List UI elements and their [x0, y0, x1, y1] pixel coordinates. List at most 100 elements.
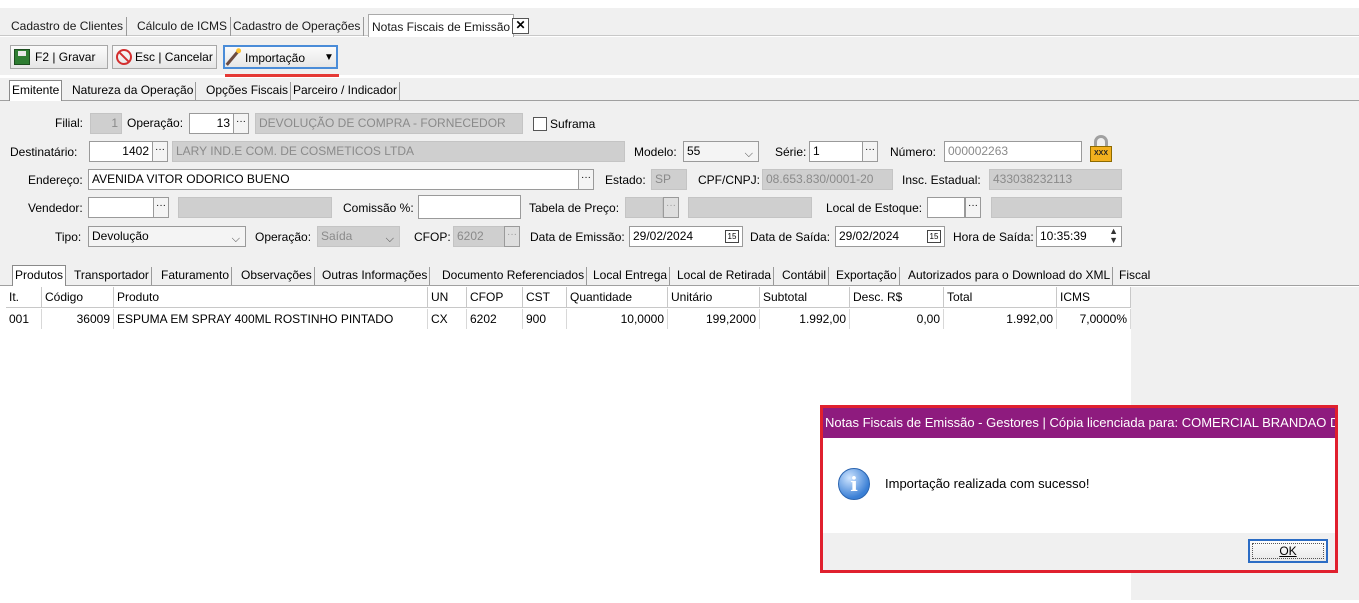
import-button[interactable]: Importação ▼: [223, 45, 338, 69]
data-saida-field[interactable]: 29/02/2024 15: [835, 226, 945, 247]
spinner-icon[interactable]: ▲ ▼: [1109, 227, 1118, 245]
table-cell[interactable]: 7,0000%: [1057, 309, 1131, 329]
stop-sign-icon: [116, 49, 132, 65]
serie-lookup-button[interactable]: ···: [862, 141, 878, 162]
destinatario-label: Destinatário:: [10, 145, 78, 159]
col-header-codigo[interactable]: Código: [42, 287, 114, 308]
modelo-select[interactable]: 55 ⌵: [683, 141, 759, 162]
numero-field[interactable]: 000002263: [944, 141, 1082, 162]
vendedor-lookup-button[interactable]: ···: [153, 197, 169, 218]
operacao-lookup-button[interactable]: ···: [233, 113, 249, 134]
tab-outras-informacoes[interactable]: Outras Informações: [320, 267, 431, 285]
col-header-un[interactable]: UN: [428, 287, 467, 308]
ok-button[interactable]: OK: [1248, 539, 1328, 563]
close-tab-icon[interactable]: ✕: [512, 18, 529, 34]
table-cell[interactable]: 0,00: [850, 309, 944, 329]
tabela-preco-field: [625, 197, 663, 218]
table-cell[interactable]: 1.992,00: [944, 309, 1057, 329]
col-header-icms[interactable]: ICMS: [1057, 287, 1131, 308]
col-header-quantidade[interactable]: Quantidade: [567, 287, 668, 308]
tab-parceiro-indicador[interactable]: Parceiro / Indicador: [291, 82, 401, 100]
col-header-item[interactable]: It.: [6, 287, 42, 308]
import-button-label: Importação: [245, 51, 306, 65]
destinatario-field[interactable]: 1402: [89, 141, 153, 162]
hora-saida-label: Hora de Saída:: [953, 230, 1034, 244]
tab-cadastro-operacoes[interactable]: Cadastro de Operações: [230, 17, 365, 36]
table-cell[interactable]: ESPUMA EM SPRAY 400ML ROSTINHO PINTADO: [114, 309, 428, 329]
hora-saida-value: 10:35:39: [1040, 229, 1087, 243]
toolbar: F2 | Gravar Esc | Cancelar Importação ▼: [0, 37, 1359, 75]
hora-saida-field[interactable]: 10:35:39 ▲ ▼: [1036, 226, 1122, 247]
tipo-label: Tipo:: [55, 230, 82, 244]
cfop-field: 6202: [453, 226, 505, 247]
section-tabs: Emitente Natureza da Operação Opções Fis…: [0, 78, 1359, 101]
local-estoque-field[interactable]: [927, 197, 965, 218]
table-cell[interactable]: 900: [523, 309, 567, 329]
tab-local-entrega[interactable]: Local Entrega: [591, 267, 671, 285]
col-header-total[interactable]: Total: [944, 287, 1057, 308]
tipo-select[interactable]: Devolução ⌵: [88, 226, 246, 247]
padlock-icon[interactable]: XXX: [1089, 135, 1113, 163]
col-header-unitario[interactable]: Unitário: [668, 287, 760, 308]
suframa-checkbox[interactable]: [533, 117, 547, 131]
tab-emitente[interactable]: Emitente: [9, 80, 63, 101]
tabela-preco-lookup-button[interactable]: ···: [663, 197, 679, 218]
table-cell[interactable]: 36009: [42, 309, 114, 329]
tab-notas-fiscais[interactable]: Notas Fiscais de Emissão: [368, 14, 515, 37]
tab-opcoes-fiscais[interactable]: Opções Fiscais: [204, 82, 292, 100]
tab-produtos[interactable]: Produtos: [12, 265, 67, 286]
tabela-preco-label: Tabela de Preço:: [529, 201, 620, 215]
tab-faturamento[interactable]: Faturamento: [159, 267, 233, 285]
table-cell[interactable]: 199,2000: [668, 309, 760, 329]
tab-calculo-icms[interactable]: Cálculo de ICMS: [134, 17, 232, 36]
vendedor-description: [178, 197, 332, 218]
operacao-tipo-value: Saída: [321, 229, 353, 243]
col-header-produto[interactable]: Produto: [114, 287, 428, 308]
filial-field[interactable]: 1: [90, 113, 122, 134]
tipo-value: Devolução: [92, 229, 149, 243]
magic-wand-icon: [225, 50, 240, 66]
comissao-field[interactable]: [418, 195, 521, 219]
caret-down-icon: ▼: [324, 52, 334, 63]
save-button[interactable]: F2 | Gravar: [10, 45, 108, 69]
vendedor-field[interactable]: [88, 197, 154, 218]
suframa-label: Suframa: [550, 117, 596, 131]
operacao-field[interactable]: 13: [189, 113, 234, 134]
cfop-lookup-button[interactable]: ···: [504, 226, 520, 247]
col-header-subtotal[interactable]: Subtotal: [760, 287, 850, 308]
col-header-cst[interactable]: CST: [523, 287, 567, 308]
operacao-label: Operação:: [127, 116, 184, 130]
info-icon: i: [838, 468, 870, 500]
local-estoque-description: [991, 197, 1122, 218]
table-cell[interactable]: 6202: [467, 309, 523, 329]
calendar-icon[interactable]: 15: [725, 230, 739, 243]
tab-local-retirada[interactable]: Local de Retirada: [675, 267, 775, 285]
table-cell[interactable]: 1.992,00: [760, 309, 850, 329]
table-cell[interactable]: CX: [428, 309, 467, 329]
cancel-button[interactable]: Esc | Cancelar: [112, 45, 217, 69]
tab-cadastro-clientes[interactable]: Cadastro de Clientes: [8, 17, 128, 36]
local-estoque-lookup-button[interactable]: ···: [965, 197, 981, 218]
chevron-down-icon: ⌵: [231, 233, 240, 245]
floppy-disk-icon: [14, 49, 30, 65]
cnpj-label: CPF/CNPJ:: [698, 173, 761, 187]
endereco-field[interactable]: AVENIDA VITOR ODORICO BUENO: [88, 169, 579, 190]
tab-transportador[interactable]: Transportador: [72, 267, 152, 285]
tab-autorizados-download-xml[interactable]: Autorizados para o Download do XML: [906, 267, 1114, 285]
tab-documento-referenciados[interactable]: Documento Referenciados: [440, 267, 588, 285]
serie-field[interactable]: 1: [809, 141, 863, 162]
table-cell[interactable]: 10,0000: [567, 309, 668, 329]
tab-contabil[interactable]: Contábil: [780, 267, 830, 285]
tab-fiscal[interactable]: Fiscal: [1117, 267, 1152, 285]
tab-observacoes[interactable]: Observações: [239, 267, 315, 285]
destinatario-lookup-button[interactable]: ···: [152, 141, 168, 162]
table-cell[interactable]: 001: [6, 309, 42, 329]
tab-exportacao[interactable]: Exportação: [834, 267, 900, 285]
col-header-cfop[interactable]: CFOP: [467, 287, 523, 308]
endereco-lookup-button[interactable]: ···: [578, 169, 594, 190]
calendar-icon[interactable]: 15: [927, 230, 941, 243]
dialog-title[interactable]: Notas Fiscais de Emissão - Gestores | Có…: [823, 408, 1335, 438]
col-header-desconto[interactable]: Desc. R$: [850, 287, 944, 308]
tab-natureza-operacao[interactable]: Natureza da Operação: [70, 82, 197, 100]
data-emissao-field[interactable]: 29/02/2024 15: [629, 226, 743, 247]
